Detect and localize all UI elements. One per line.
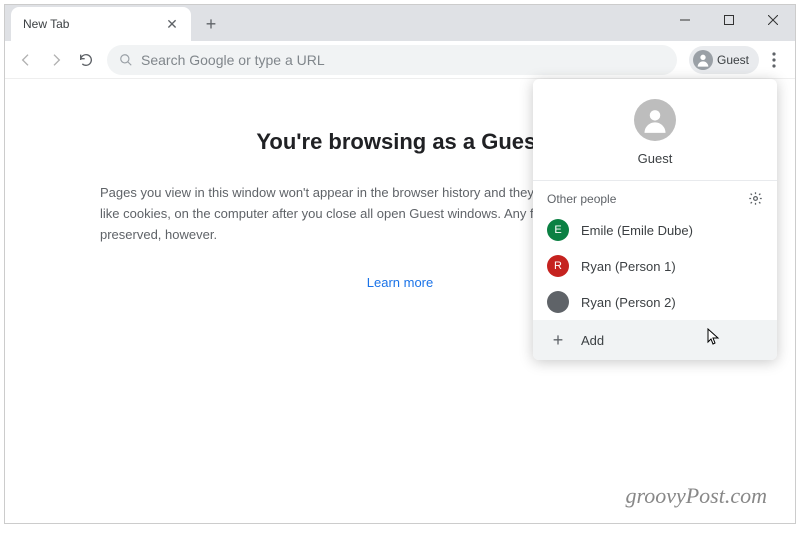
profile-chip[interactable]: Guest xyxy=(689,46,759,74)
person-row[interactable]: E Emile (Emile Dube) xyxy=(533,212,777,248)
popup-current-profile: Guest xyxy=(638,151,673,166)
browser-window: New Tab ✕ + xyxy=(4,4,796,524)
person-row[interactable]: R Ryan (Person 1) xyxy=(533,248,777,284)
close-window-button[interactable] xyxy=(751,5,795,35)
guest-avatar-icon xyxy=(693,50,713,70)
person-row[interactable]: Ryan (Person 2) xyxy=(533,284,777,320)
close-tab-icon[interactable]: ✕ xyxy=(165,17,179,31)
person-label: Ryan (Person 1) xyxy=(581,259,676,274)
profile-popup: Guest Other people EEmile (Emile Dube)RR… xyxy=(533,79,777,360)
add-label: Add xyxy=(581,333,604,348)
browser-tab[interactable]: New Tab ✕ xyxy=(11,7,191,41)
person-avatar-icon: R xyxy=(547,255,569,277)
kebab-menu-button[interactable] xyxy=(759,45,789,75)
plus-icon: + xyxy=(547,329,569,351)
forward-button[interactable] xyxy=(41,45,71,75)
omnibox-placeholder: Search Google or type a URL xyxy=(141,52,325,68)
popup-section-header: Other people xyxy=(533,181,777,212)
person-avatar-icon: E xyxy=(547,219,569,241)
omnibox[interactable]: Search Google or type a URL xyxy=(107,45,677,75)
window-controls xyxy=(663,5,795,35)
add-person-button[interactable]: + Add xyxy=(533,320,777,360)
tab-title: New Tab xyxy=(23,17,165,31)
toolbar: Search Google or type a URL Guest xyxy=(5,41,795,79)
person-avatar-icon xyxy=(547,291,569,313)
people-list: E Emile (Emile Dube) R Ryan (Person 1) Ryan … xyxy=(533,212,777,320)
search-icon xyxy=(119,53,133,67)
cursor-icon xyxy=(707,328,721,346)
reload-button[interactable] xyxy=(71,45,101,75)
person-label: Ryan (Person 2) xyxy=(581,295,676,310)
other-people-label: Other people xyxy=(547,192,616,206)
guest-avatar-large-icon xyxy=(634,99,676,141)
back-button[interactable] xyxy=(11,45,41,75)
watermark: groovyPost.com xyxy=(625,483,767,509)
profile-chip-label: Guest xyxy=(717,53,749,67)
minimize-button[interactable] xyxy=(663,5,707,35)
gear-icon[interactable] xyxy=(748,191,763,206)
titlebar: New Tab ✕ + xyxy=(5,5,795,41)
person-label: Emile (Emile Dube) xyxy=(581,223,693,238)
maximize-button[interactable] xyxy=(707,5,751,35)
popup-header: Guest xyxy=(533,79,777,180)
new-tab-button[interactable]: + xyxy=(197,10,225,38)
